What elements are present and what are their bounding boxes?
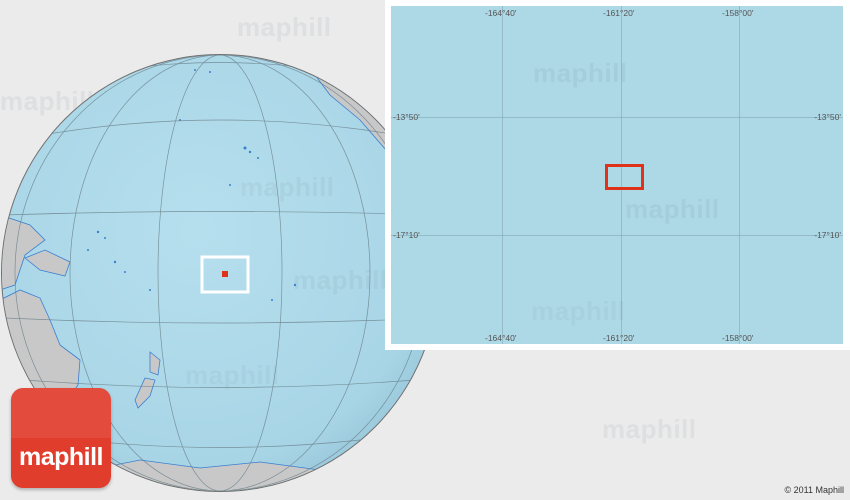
lon-label-top: -161°20' — [603, 8, 635, 18]
logo-gloss — [11, 388, 111, 438]
lon-label-bottom: -164°40' — [485, 333, 517, 343]
watermark-text: maphill — [293, 265, 388, 295]
parallel-line — [391, 235, 843, 236]
parallel-line — [391, 117, 843, 118]
lon-label-bottom: -161°20' — [603, 333, 635, 343]
lon-label-top: -158°00' — [722, 8, 754, 18]
logo-text: maphill — [18, 443, 104, 471]
meridian-line — [739, 6, 740, 344]
watermark-text: maphill — [185, 360, 280, 390]
selected-area-box — [605, 164, 644, 190]
inset-map-panel: -164°40' -161°20' -158°00' -164°40' -161… — [385, 0, 850, 350]
lon-label-top: -164°40' — [485, 8, 517, 18]
globe-location-marker — [222, 271, 228, 277]
watermark-text: maphill — [625, 194, 720, 224]
watermark-text: maphill — [240, 172, 335, 202]
watermark-text: maphill — [531, 296, 626, 326]
copyright-text: © 2011 Maphill — [784, 485, 845, 495]
inset-map: -164°40' -161°20' -158°00' -164°40' -161… — [391, 6, 843, 344]
lon-label-bottom: -158°00' — [722, 333, 754, 343]
lat-label-right: -17°10' — [814, 230, 841, 240]
lat-label-right: -13°50' — [814, 112, 841, 122]
meridian-line — [502, 6, 503, 344]
antarctica-land — [79, 459, 438, 491]
watermark-text: maphill — [533, 58, 628, 88]
lat-label-left: -17°10' — [393, 230, 420, 240]
lat-label-left: -13°50' — [393, 112, 420, 122]
maphill-logo[interactable]: maphill — [11, 388, 111, 488]
